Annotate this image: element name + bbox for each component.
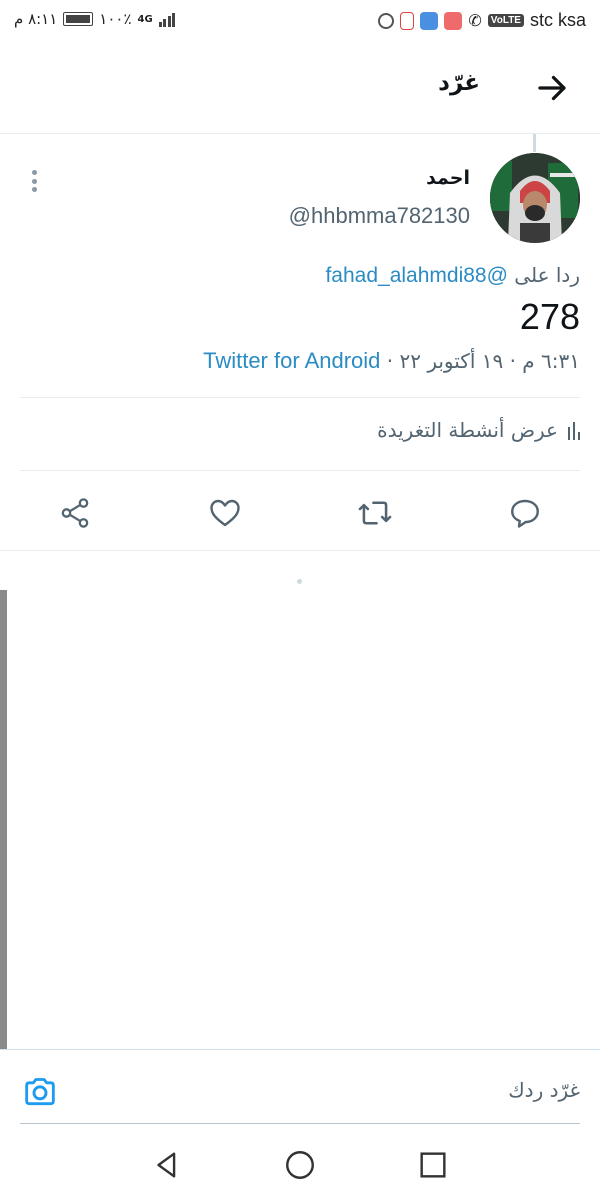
status-right: ✆ VoLTE stc ksa [378, 10, 586, 31]
tweet-action-bar [0, 488, 600, 538]
section-divider [0, 550, 600, 551]
reply-input[interactable]: غرّد ردك [508, 1078, 580, 1102]
loading-dot [297, 579, 302, 584]
thread-connector [533, 134, 536, 152]
bulb-app-icon [420, 11, 439, 30]
back-arrow-icon[interactable] [534, 70, 570, 106]
share-button[interactable] [50, 488, 100, 538]
retweet-button[interactable] [350, 488, 400, 538]
status-time: ٨:١١ م [14, 10, 58, 28]
status-left: ٨:١١ م ١٠٠٪ 4G [14, 10, 176, 28]
analytics-icon [568, 420, 580, 440]
like-button[interactable] [200, 488, 250, 538]
tweet-text: 278 [519, 296, 580, 337]
volte-badge: VoLTE [487, 14, 524, 27]
reply-button[interactable] [500, 488, 550, 538]
nav-recents-icon[interactable] [416, 1148, 450, 1182]
compose-underline [20, 1123, 580, 1124]
battery-level: ١٠٠٪ [99, 10, 132, 28]
signal-icon [158, 11, 176, 27]
comment-icon [511, 499, 539, 528]
retweet-icon [358, 501, 392, 525]
tweet-meta: ٦:٣١ م · ١٩ أكتوبر ٢٢ · Twitter for Andr… [203, 348, 580, 374]
tweet-timestamp[interactable]: ٦:٣١ م · ١٩ أكتوبر ٢٢ · [387, 349, 580, 373]
divider [20, 397, 580, 398]
reply-mention-link[interactable]: @fahad_alahmdi88 [325, 264, 507, 287]
system-nav-bar [0, 1130, 600, 1200]
call-icon: ✆ [468, 12, 482, 30]
tweet-source-link[interactable]: Twitter for Android [203, 348, 380, 373]
reply-context: ردا على @fahad_alahmdi88 [325, 263, 580, 288]
author-handle[interactable]: @hhbmma782130 [289, 203, 470, 229]
battery-icon [63, 12, 94, 26]
top-app-bar: غرّد [0, 42, 600, 134]
huawei-app-icon [444, 11, 463, 30]
heart-icon [210, 499, 240, 527]
view-activity-button[interactable]: عرض أنشطة التغريدة [377, 418, 580, 442]
avatar[interactable] [490, 153, 580, 243]
author-name[interactable]: احمد [426, 167, 470, 189]
status-bar: ٨:١١ م ١٠٠٪ 4G ✆ VoLTE stc ksa [0, 0, 600, 42]
nav-home-icon[interactable] [283, 1148, 317, 1182]
carrier-name: stc ksa [529, 10, 586, 30]
nav-back-icon[interactable] [150, 1148, 184, 1182]
share-icon [61, 498, 89, 528]
divider [20, 470, 580, 471]
avatar-image [490, 153, 580, 243]
settings-icon [378, 12, 395, 29]
network-type: 4G [137, 13, 153, 25]
tiktok-icon [400, 11, 415, 30]
more-options-icon[interactable] [24, 166, 44, 196]
scrollbar[interactable] [0, 590, 7, 1050]
activity-label: عرض أنشطة التغريدة [377, 418, 558, 442]
camera-icon[interactable] [20, 1072, 60, 1112]
page-title: غرّد [438, 70, 480, 96]
reply-label: ردا على [514, 263, 580, 287]
